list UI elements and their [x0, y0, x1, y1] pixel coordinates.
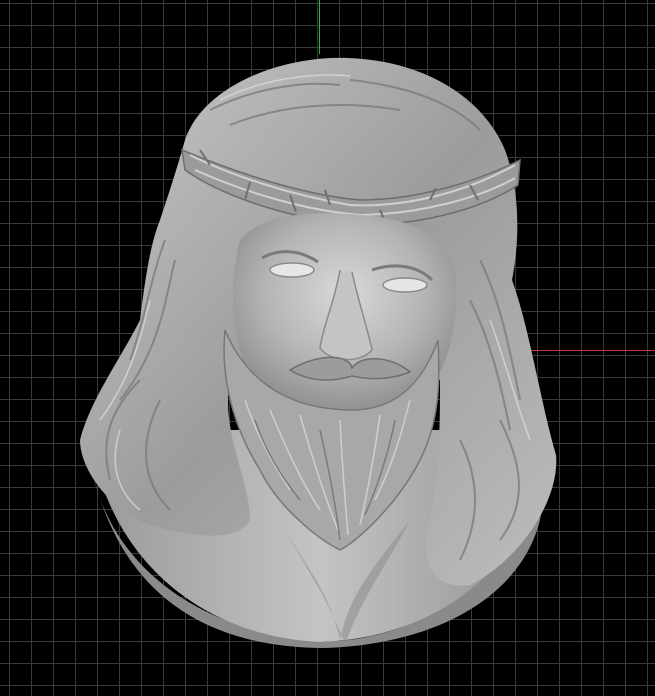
3d-viewport[interactable]	[0, 0, 655, 696]
relief-model[interactable]	[0, 0, 655, 696]
